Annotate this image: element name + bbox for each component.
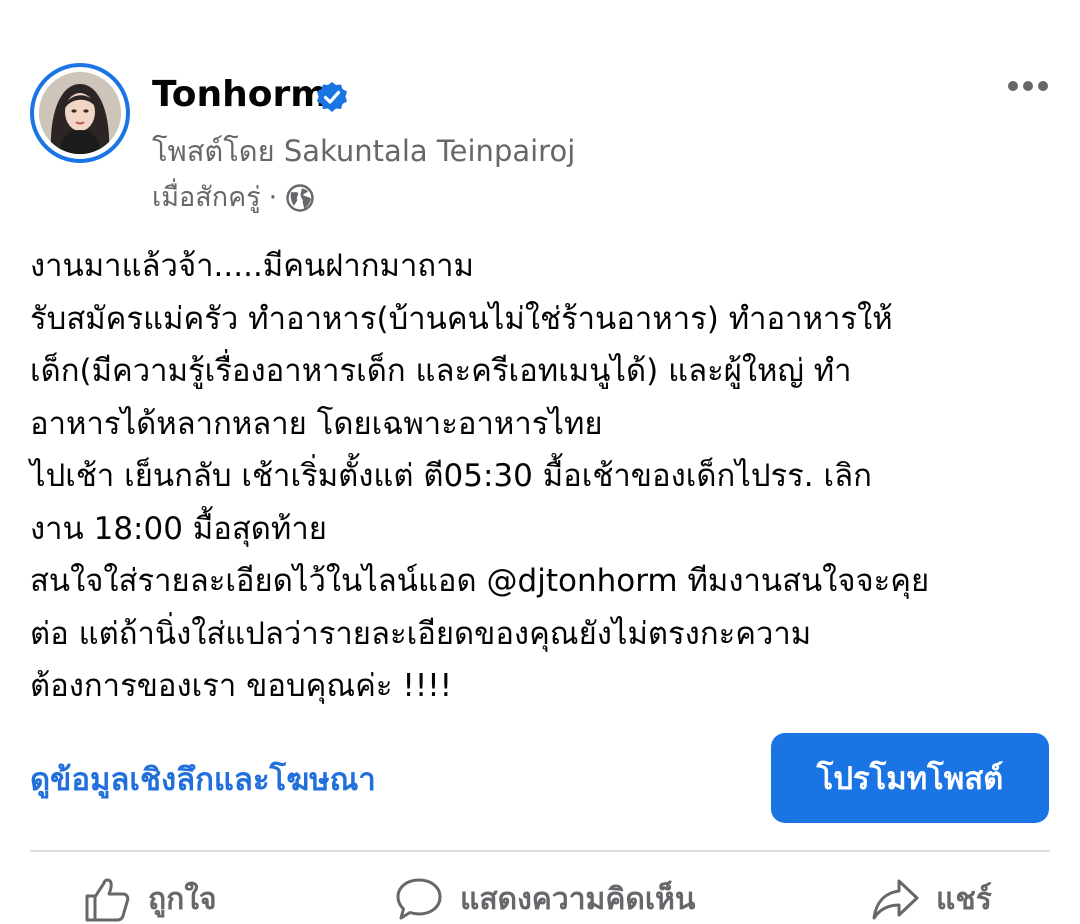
like-label: ถูกใจ (148, 881, 217, 917)
thumbs-up-icon (85, 878, 130, 922)
verified-badge-icon (317, 82, 347, 112)
share-label: แชร์ (936, 881, 992, 917)
post-body: งานมาแล้วจ้า.....มีคนฝากมาถาม รับสมัครแม… (30, 240, 1060, 713)
promote-post-button[interactable]: โปรโมทโพสต์ (771, 733, 1049, 823)
avatar-photo (39, 72, 121, 154)
avatar-portrait (39, 72, 121, 154)
post-body-line: ไปเช้า เย็นกลับ เช้าเริ่มตั้งแต่ ตี05:30… (30, 458, 872, 494)
timestamp[interactable]: เมื่อสักครู่ (152, 178, 261, 218)
facebook-post: Tonhorm โพสต์โดย Sakuntala Teinpairoj เม… (0, 0, 1080, 922)
meta-separator: · (268, 182, 278, 213)
more-options-icon[interactable] (1004, 72, 1052, 100)
post-body-line: งานมาแล้วจ้า.....มีคนฝากมาถาม (30, 248, 474, 284)
action-bar-divider (30, 850, 1050, 852)
page-avatar[interactable] (30, 63, 130, 163)
post-body-line: รับสมัครแม่ครัว ทำอาหาร(บ้านคนไม่ใช่ร้าน… (30, 300, 893, 337)
globe-icon[interactable] (285, 183, 315, 213)
post-body-line: เด็ก(มีความรู้เรื่องอาหารเด็ก และครีเอทเ… (30, 353, 852, 389)
post-meta: เมื่อสักครู่ · (152, 178, 315, 218)
share-button[interactable]: แชร์ (870, 874, 992, 924)
like-button[interactable]: ถูกใจ (82, 874, 217, 924)
post-body-line: อาหารได้หลากหลาย โดยเฉพาะอาหารไทย (30, 405, 603, 442)
comment-label: แสดงความคิดเห็น (460, 881, 696, 917)
insights-and-ads-link[interactable]: ดูข้อมูลเชิงลึกและโฆษณา (30, 758, 376, 802)
comment-button[interactable]: แสดงความคิดเห็น (394, 874, 695, 924)
post-body-line: ต้องการของเรา ขอบคุณค่ะ !!!! (30, 668, 453, 704)
page-name[interactable]: Tonhorm (152, 72, 328, 118)
post-body-line: สนใจใส่รายละเอียดไว้ในไลน์แอด @djtonhorm… (30, 563, 930, 599)
share-arrow-icon (872, 879, 919, 920)
comment-bubble-icon (396, 878, 442, 920)
post-body-line: ต่อ แต่ถ้านิ่งใส่แปลว่ารายละเอียดของคุณย… (30, 615, 812, 652)
post-body-line: งาน 18:00 มื้อสุดท้าย (30, 510, 327, 547)
posted-by-text: โพสต์โดย Sakuntala Teinpairoj (152, 134, 576, 168)
